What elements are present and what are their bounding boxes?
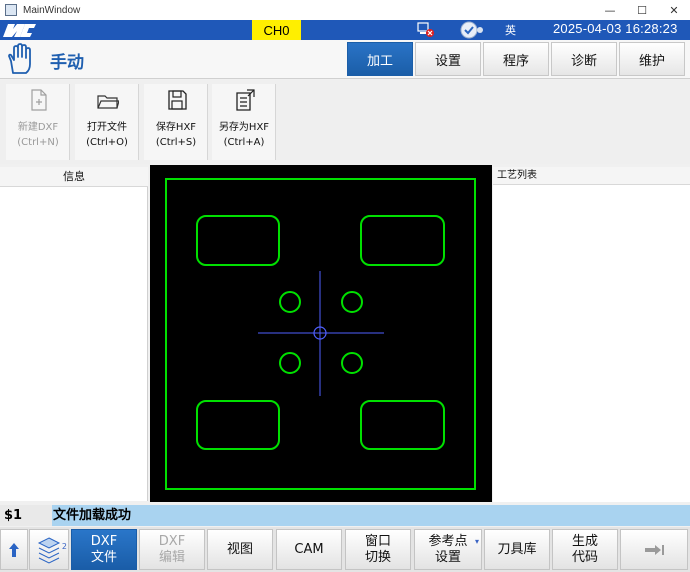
- process-list[interactable]: [493, 185, 690, 502]
- view-button[interactable]: 视图: [207, 529, 273, 570]
- slot-top-right: [360, 215, 445, 266]
- save-icon: [168, 90, 187, 110]
- info-panel-header: 信息: [0, 167, 148, 187]
- app-icon: [5, 4, 17, 16]
- message-text: 文件加载成功: [53, 508, 132, 523]
- save-as-icon: [236, 89, 255, 111]
- process-list-header: 工艺列表: [493, 167, 690, 185]
- arrow-up-icon: [9, 542, 19, 557]
- title-bar: MainWindow — ☐ ✕: [0, 0, 690, 20]
- chevron-down-icon: ▾: [474, 537, 479, 546]
- layers-icon: [37, 536, 61, 564]
- minimize-button[interactable]: —: [594, 0, 626, 20]
- tool-library-button[interactable]: 刀具库: [484, 529, 550, 570]
- folder-open-icon: [97, 95, 119, 109]
- maximize-button[interactable]: ☐: [626, 0, 658, 20]
- reference-point-label: 参考点 设置: [428, 533, 468, 565]
- new-file-icon: [31, 89, 47, 111]
- dxf-canvas[interactable]: [150, 165, 492, 502]
- open-file-label: 打开文件 (Ctrl+O): [86, 122, 128, 148]
- language-indicator[interactable]: 英: [505, 22, 516, 38]
- hand-icon: [8, 43, 31, 74]
- new-dxf-button[interactable]: 新建DXF (Ctrl+N): [6, 84, 70, 160]
- layer-badge: 2: [61, 542, 67, 551]
- arrow-right-bar-icon: [645, 544, 664, 555]
- hole-bottom-right: [341, 352, 363, 374]
- open-file-button[interactable]: 打开文件 (Ctrl+O): [75, 84, 139, 160]
- tab-maintenance[interactable]: 维护: [619, 42, 685, 76]
- dxf-drawing: [165, 178, 476, 490]
- status-ok-icon: [460, 21, 483, 39]
- message-channel: $1: [0, 505, 52, 526]
- hole-top-right: [341, 291, 363, 313]
- window-controls: — ☐ ✕: [594, 0, 690, 20]
- next-page-button[interactable]: [620, 529, 688, 570]
- layers-button[interactable]: 2: [29, 529, 69, 570]
- info-panel: [0, 187, 148, 501]
- close-button[interactable]: ✕: [658, 0, 690, 20]
- dxf-file-button[interactable]: DXF 文件: [71, 529, 137, 570]
- cam-button[interactable]: CAM: [276, 529, 342, 570]
- network-error-icon: [417, 22, 434, 37]
- page-up-button[interactable]: [0, 529, 28, 570]
- new-dxf-label: 新建DXF (Ctrl+N): [17, 122, 59, 148]
- slot-top-left: [196, 215, 280, 266]
- tab-settings[interactable]: 设置: [415, 42, 481, 76]
- mode-title: 手动: [50, 53, 84, 73]
- hnc-logo: [3, 22, 36, 38]
- hole-bottom-left: [279, 352, 301, 374]
- window-switch-button[interactable]: 窗口 切换: [345, 529, 411, 570]
- save-hxf-label: 保存HXF (Ctrl+S): [155, 122, 197, 148]
- slot-bottom-left: [196, 400, 280, 450]
- hnc-logo-icon: [3, 24, 36, 37]
- channel-indicator[interactable]: CH0: [252, 20, 301, 40]
- tab-processing[interactable]: 加工: [347, 42, 413, 76]
- window-title: MainWindow: [23, 4, 81, 16]
- slot-bottom-right: [360, 400, 445, 450]
- save-as-hxf-button[interactable]: 另存为HXF (Ctrl+A): [212, 84, 276, 160]
- datetime-display: 2025-04-03 16:28:23: [553, 21, 678, 36]
- main-window: MainWindow — ☐ ✕ CH0 英 2025-04-03 16:28:…: [0, 0, 690, 572]
- hole-top-left: [279, 291, 301, 313]
- generate-code-button[interactable]: 生成 代码: [552, 529, 618, 570]
- save-hxf-button[interactable]: 保存HXF (Ctrl+S): [144, 84, 208, 160]
- tab-program[interactable]: 程序: [483, 42, 549, 76]
- save-as-hxf-label: 另存为HXF (Ctrl+A): [218, 122, 270, 148]
- tab-diagnosis[interactable]: 诊断: [551, 42, 617, 76]
- reference-point-button[interactable]: 参考点 设置 ▾: [414, 529, 482, 570]
- dxf-edit-button[interactable]: DXF 编辑: [139, 529, 205, 570]
